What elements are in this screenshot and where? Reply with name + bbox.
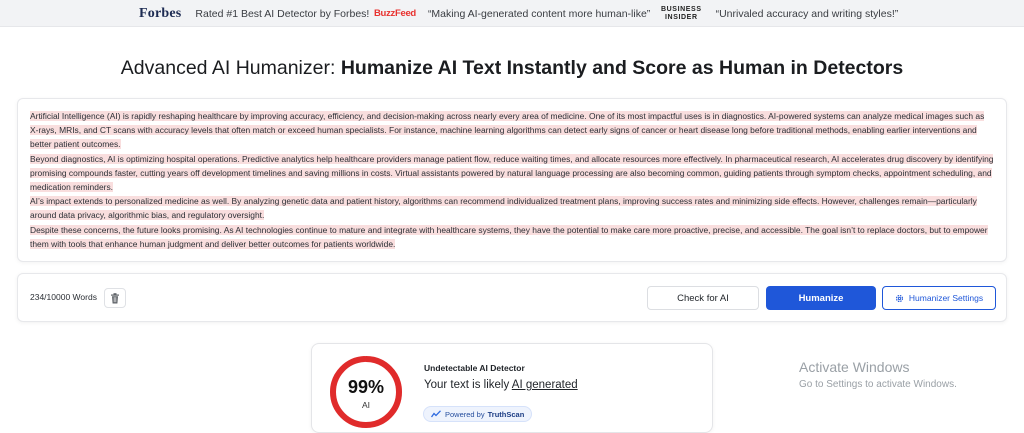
ai-score-label: AI — [361, 400, 371, 410]
page-title-lead: Advanced AI Humanizer: — [120, 57, 336, 79]
clear-text-button[interactable] — [104, 288, 126, 308]
press-item-forbes: Forbes Rated #1 Best AI Detector by Forb… — [139, 0, 369, 27]
humanizer-settings-button[interactable]: Humanizer Settings — [882, 286, 996, 310]
detector-verdict-line: Your text is likely AI generated — [424, 379, 578, 391]
page-title: Advanced AI Humanizer: Humanize AI Text … — [0, 57, 1024, 80]
editor-paragraph: Beyond diagnostics, AI is optimizing hos… — [30, 153, 994, 193]
windows-activation-watermark: Activate Windows Go to Settings to activ… — [799, 359, 957, 390]
humanize-button[interactable]: Humanize — [766, 286, 876, 310]
editor-content[interactable]: Artificial Intelligence (AI) is rapidly … — [30, 109, 994, 251]
buzzfeed-logo: BuzzFeed — [374, 8, 416, 19]
detector-verdict[interactable]: AI generated — [512, 379, 578, 391]
press-quote-forbes: Rated #1 Best AI Detector by Forbes! — [195, 7, 370, 20]
ai-score-percent: 99% — [347, 377, 385, 397]
page-title-main: Humanize AI Text Instantly and Score as … — [340, 57, 904, 79]
press-quote-buzzfeed: “Making AI-generated content more human-… — [427, 7, 651, 20]
editor-paragraph: Despite these concerns, the future looks… — [30, 224, 988, 249]
humanizer-settings-label: Humanizer Settings — [908, 293, 984, 303]
editor-toolbar: 234/10000 Words Check for AI Humanize Hu… — [17, 273, 1007, 322]
press-quote-business-insider: “Unrivaled accuracy and writing styles!” — [715, 7, 899, 20]
word-count: 234/10000 Words — [30, 292, 97, 302]
check-for-ai-button[interactable]: Check for AI — [647, 286, 759, 310]
truthscan-logo-icon — [431, 410, 441, 418]
forbes-logo: Forbes — [139, 5, 182, 21]
press-bar: Forbes Rated #1 Best AI Detector by Forb… — [0, 0, 1024, 27]
gear-icon — [895, 294, 903, 302]
editor-paragraph: Artificial Intelligence (AI) is rapidly … — [30, 111, 985, 150]
press-item-buzzfeed: BuzzFeed “Making AI-generated content mo… — [374, 0, 650, 27]
press-item-business-insider: BUSINESS INSIDER “Unrivaled accuracy and… — [661, 0, 898, 27]
editor-paragraph: AI’s impact extends to personalized medi… — [30, 196, 977, 221]
detector-title: Undetectable AI Detector — [424, 363, 525, 373]
text-editor[interactable]: Artificial Intelligence (AI) is rapidly … — [17, 98, 1007, 262]
trash-icon — [111, 292, 119, 303]
business-insider-logo: BUSINESS INSIDER — [661, 5, 702, 21]
